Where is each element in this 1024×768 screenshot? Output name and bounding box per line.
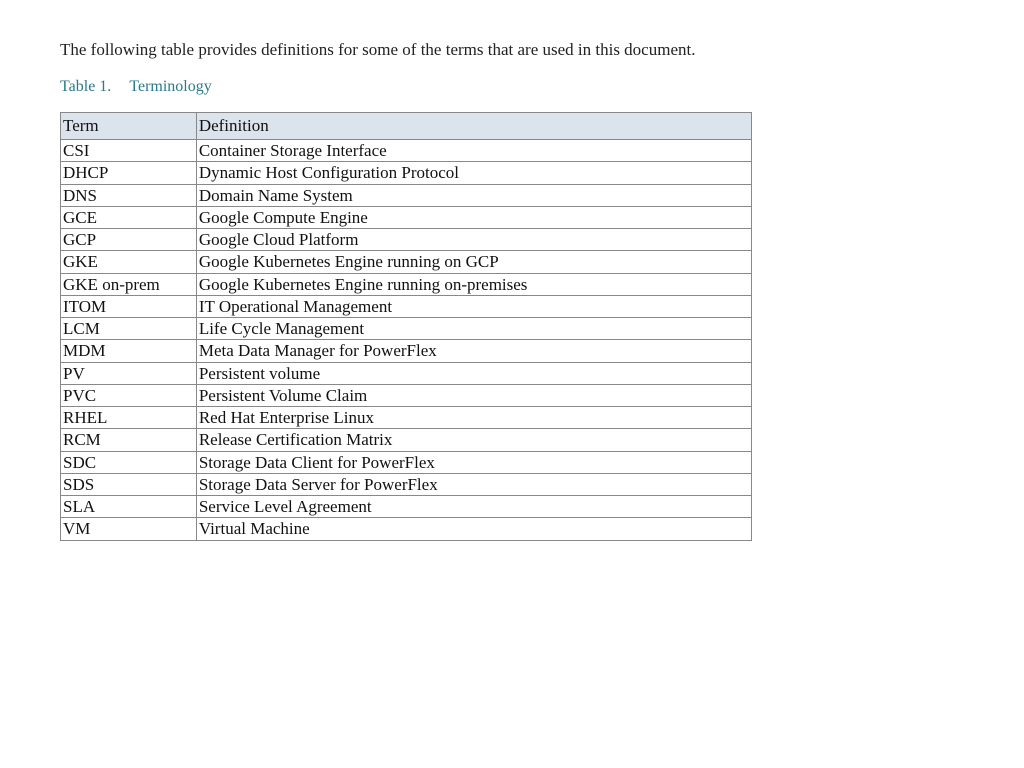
cell-definition: Persistent Volume Claim [196,384,751,406]
header-definition: Definition [196,113,751,140]
cell-term: RHEL [61,407,197,429]
cell-term: DHCP [61,162,197,184]
table-row: GKEGoogle Kubernetes Engine running on G… [61,251,752,273]
intro-paragraph: The following table provides definitions… [60,40,964,60]
header-term: Term [61,113,197,140]
cell-definition: IT Operational Management [196,295,751,317]
cell-term: PV [61,362,197,384]
cell-definition: Dynamic Host Configuration Protocol [196,162,751,184]
cell-definition: Red Hat Enterprise Linux [196,407,751,429]
cell-term: CSI [61,140,197,162]
table-row: GCPGoogle Cloud Platform [61,229,752,251]
cell-definition: Service Level Agreement [196,496,751,518]
cell-definition: Meta Data Manager for PowerFlex [196,340,751,362]
table-row: PVCPersistent Volume Claim [61,384,752,406]
table-caption: Table 1. Terminology [60,78,964,96]
cell-term: GKE on-prem [61,273,197,295]
cell-definition: Google Kubernetes Engine running on-prem… [196,273,751,295]
cell-definition: Google Cloud Platform [196,229,751,251]
table-row: DNSDomain Name System [61,184,752,206]
table-row: PVPersistent volume [61,362,752,384]
table-row: RCMRelease Certification Matrix [61,429,752,451]
cell-definition: Google Compute Engine [196,206,751,228]
table-row: RHELRed Hat Enterprise Linux [61,407,752,429]
cell-term: LCM [61,318,197,340]
cell-term: DNS [61,184,197,206]
cell-term: VM [61,518,197,540]
cell-term: GCP [61,229,197,251]
terminology-table: Term Definition CSIContainer Storage Int… [60,112,752,541]
cell-definition: Storage Data Server for PowerFlex [196,473,751,495]
table-header-row: Term Definition [61,113,752,140]
cell-definition: Container Storage Interface [196,140,751,162]
cell-definition: Storage Data Client for PowerFlex [196,451,751,473]
cell-term: SDS [61,473,197,495]
caption-title: Terminology [129,78,211,95]
cell-term: GKE [61,251,197,273]
table-row: GKE on-premGoogle Kubernetes Engine runn… [61,273,752,295]
cell-definition: Persistent volume [196,362,751,384]
table-row: SLAService Level Agreement [61,496,752,518]
cell-definition: Google Kubernetes Engine running on GCP [196,251,751,273]
cell-term: PVC [61,384,197,406]
caption-number: Table 1. [60,78,111,95]
cell-term: GCE [61,206,197,228]
cell-definition: Virtual Machine [196,518,751,540]
table-row: SDSStorage Data Server for PowerFlex [61,473,752,495]
table-row: CSIContainer Storage Interface [61,140,752,162]
table-row: DHCPDynamic Host Configuration Protocol [61,162,752,184]
table-row: GCEGoogle Compute Engine [61,206,752,228]
cell-term: SLA [61,496,197,518]
cell-definition: Domain Name System [196,184,751,206]
table-row: SDCStorage Data Client for PowerFlex [61,451,752,473]
cell-definition: Life Cycle Management [196,318,751,340]
cell-term: SDC [61,451,197,473]
cell-term: MDM [61,340,197,362]
table-row: VMVirtual Machine [61,518,752,540]
table-row: ITOMIT Operational Management [61,295,752,317]
cell-term: RCM [61,429,197,451]
cell-term: ITOM [61,295,197,317]
table-row: LCMLife Cycle Management [61,318,752,340]
cell-definition: Release Certification Matrix [196,429,751,451]
table-row: MDMMeta Data Manager for PowerFlex [61,340,752,362]
